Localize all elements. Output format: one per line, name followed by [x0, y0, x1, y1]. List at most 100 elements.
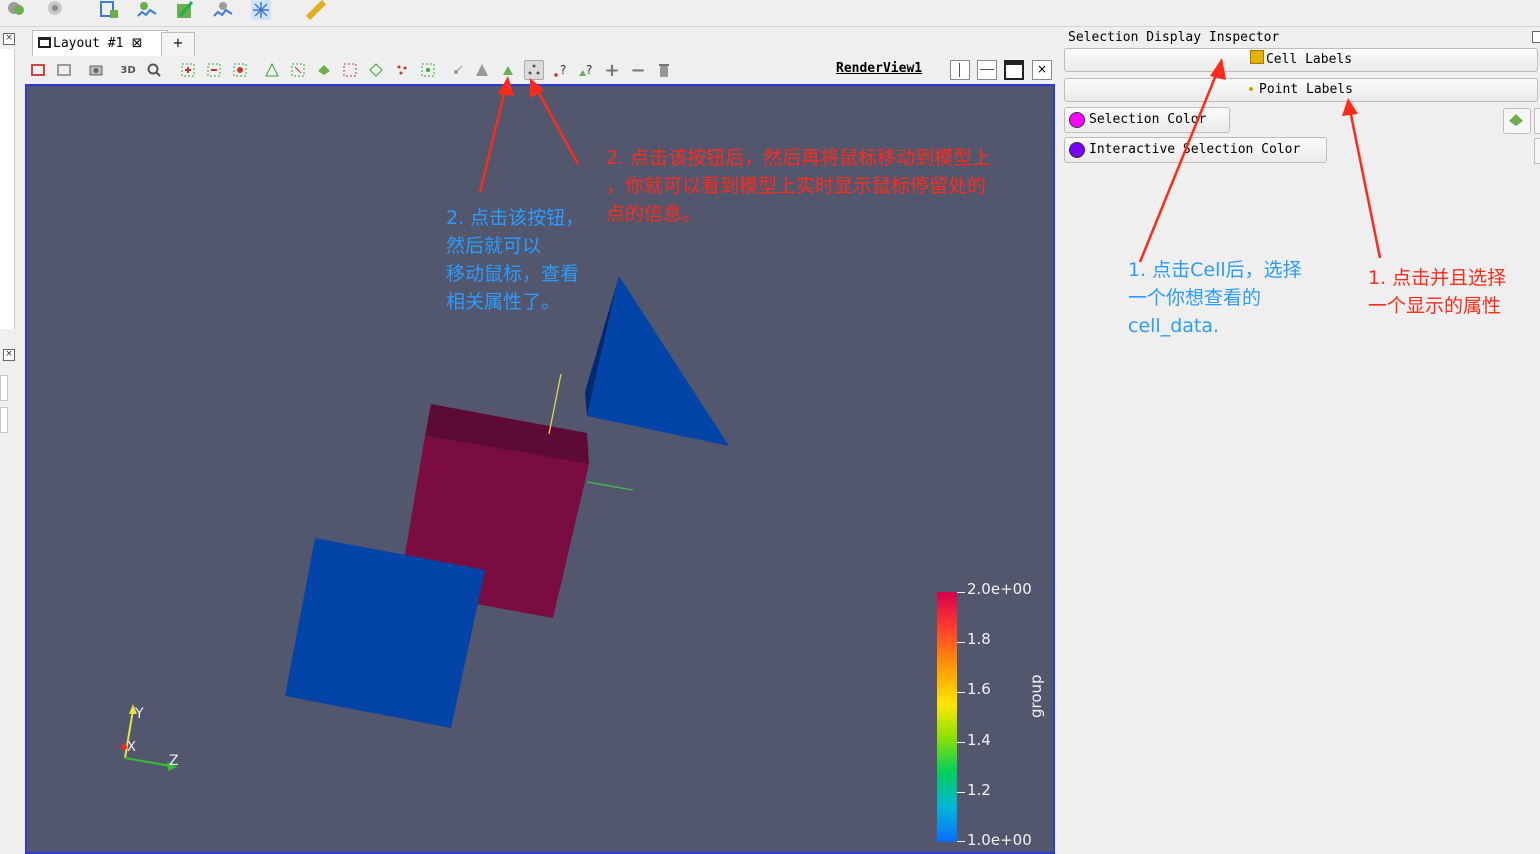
main-toolbar [0, 0, 1540, 27]
legend-tick [957, 841, 965, 842]
legend-tick [957, 692, 965, 693]
plot-over-time-icon[interactable] [212, 0, 234, 20]
panel-float-icon[interactable] [1532, 31, 1540, 43]
z-axis-line [586, 481, 634, 491]
front-cube[interactable] [285, 538, 485, 728]
selection-display-inspector: Selection Display Inspector Cell Labels … [1062, 28, 1540, 854]
point-labels-text: Point Labels [1259, 82, 1353, 97]
cell-icon [1249, 50, 1264, 64]
subtract-selection-icon[interactable]: − [628, 60, 648, 81]
legend-label-max: 2.0e+00 [967, 580, 1032, 598]
annotation-line: 1. 点击Cell后，选择 [1128, 259, 1302, 281]
query-points-icon[interactable]: ? [550, 60, 570, 80]
annotation-line: ，你就可以看到模型上实时显示鼠标停留处的 [606, 175, 987, 197]
orient-y-label: Y [134, 706, 144, 722]
legend-tick [957, 592, 965, 593]
legend-tick [957, 642, 965, 643]
dock-close-icon[interactable]: × [3, 33, 15, 45]
selection-color-label: Selection Color [1089, 112, 1207, 127]
legend-label: 1.4 [967, 731, 991, 749]
shrink-selection-icon[interactable] [472, 60, 492, 80]
ruler-icon[interactable] [306, 0, 328, 20]
select-points-on-icon[interactable] [204, 60, 224, 80]
svg-text:?: ? [586, 63, 592, 77]
plot-selection-icon[interactable] [136, 0, 158, 20]
legend-title: group [1027, 674, 1045, 718]
annotation-line: 相关属性了。 [446, 291, 561, 313]
select-points-through-icon[interactable] [230, 60, 250, 80]
annotation-line: 2. 点击该按钮， [446, 207, 585, 229]
select-cells-with-polygon-icon[interactable] [262, 60, 282, 80]
close-view-button[interactable]: × [1032, 60, 1052, 80]
select-cells-interactively-icon[interactable] [498, 60, 518, 80]
legend-label: 1.2 [967, 781, 991, 799]
interactive-selection-color-button[interactable]: Interactive Selection Color [1064, 137, 1327, 163]
toggle-3d-button[interactable]: 3D [118, 60, 138, 80]
point-icon [1249, 87, 1254, 91]
color-legend-bar[interactable] [937, 592, 957, 842]
legend-label: 1.8 [967, 630, 991, 648]
query-cells-icon[interactable]: ? [576, 60, 596, 80]
pyramid-face[interactable] [587, 276, 729, 446]
annotation-hover-cells: 2. 点击该按钮， 然后就可以 移动鼠标，查看 相关属性了。 [446, 204, 584, 316]
legend-label: 1.6 [967, 680, 991, 698]
panel-control-edge [0, 375, 8, 401]
select-points-with-polygon-icon[interactable] [288, 60, 308, 80]
interactive-selection-color-swatch [1069, 142, 1085, 158]
tab-layout-1[interactable]: Layout #1 ⊠ [32, 30, 168, 56]
capture-screenshot-icon[interactable] [86, 60, 106, 80]
edit-icon[interactable] [174, 0, 196, 20]
orient-z-line [124, 757, 172, 767]
annotation-line: 点的信息。 [606, 203, 702, 225]
svg-text:?: ? [560, 63, 566, 77]
panel-control-edge [0, 407, 8, 433]
cell-labels-text: Cell Labels [1265, 52, 1353, 67]
add-selection-icon[interactable]: + [602, 60, 622, 81]
annotation-line: 2. 点击该按钮后，然后再将鼠标移动到模型上 [606, 147, 992, 169]
select-block-icon[interactable] [314, 60, 334, 80]
orient-z-label: Z [169, 753, 179, 769]
clear-selection-icon[interactable] [654, 60, 674, 80]
orient-x-label: X [127, 740, 136, 755]
cell-labels-button[interactable]: Cell Labels [1064, 48, 1538, 72]
hover-points-on-button[interactable] [524, 60, 544, 80]
tab-close-icon[interactable]: ⊠ [132, 36, 143, 51]
extract-labels-icon[interactable] [1503, 108, 1531, 134]
annotation-line: 移动鼠标，查看 [446, 263, 580, 285]
panel-edge-button[interactable] [1534, 138, 1540, 164]
annotation-line: 1. 点击并且选择 [1368, 267, 1507, 289]
selection-color-swatch [1069, 112, 1085, 128]
snowflake-icon[interactable] [250, 0, 272, 20]
selection-color-button[interactable]: Selection Color [1064, 107, 1230, 133]
hover-cells-icon[interactable] [418, 60, 438, 80]
split-horizontal-button[interactable] [950, 60, 970, 80]
left-dock-strip: × × [0, 27, 16, 854]
annotation-line: 然后就可以 [446, 235, 542, 257]
annotation-point-labels: 1. 点击并且选择 一个显示的属性 [1368, 264, 1506, 320]
reset-camera-icon[interactable] [28, 60, 48, 80]
grow-selection-icon[interactable] [448, 60, 468, 80]
panel-edge-button[interactable] [1534, 108, 1540, 134]
select-cells-on-icon[interactable] [178, 60, 198, 80]
tab-label: Layout #1 [53, 36, 124, 51]
annotation-line: 一个显示的属性 [1368, 295, 1502, 317]
split-vertical-button[interactable] [977, 60, 997, 80]
legend-tick [957, 742, 965, 743]
pipeline-panel-edge [0, 49, 15, 329]
maximize-view-button[interactable] [1004, 60, 1024, 80]
layout-tabbar: Layout #1 ⊠ + [16, 30, 1056, 56]
zoom-to-data-icon[interactable] [54, 60, 74, 80]
zoom-to-box-icon[interactable] [144, 60, 164, 80]
dock-close-icon[interactable]: × [3, 349, 15, 361]
sources-icon[interactable] [6, 0, 28, 20]
layout-icon [38, 37, 51, 48]
add-layout-tab-button[interactable]: + [161, 32, 195, 56]
filters-icon[interactable] [44, 0, 66, 20]
inspector-title: Selection Display Inspector [1068, 30, 1280, 45]
annotation-line: cell_data. [1128, 315, 1220, 337]
extract-selection-icon[interactable] [98, 0, 120, 20]
interactive-select-cells-icon[interactable] [340, 60, 360, 80]
hover-points-icon[interactable] [392, 60, 412, 80]
interactive-select-points-icon[interactable] [366, 60, 386, 80]
point-labels-button[interactable]: Point Labels [1064, 78, 1538, 102]
